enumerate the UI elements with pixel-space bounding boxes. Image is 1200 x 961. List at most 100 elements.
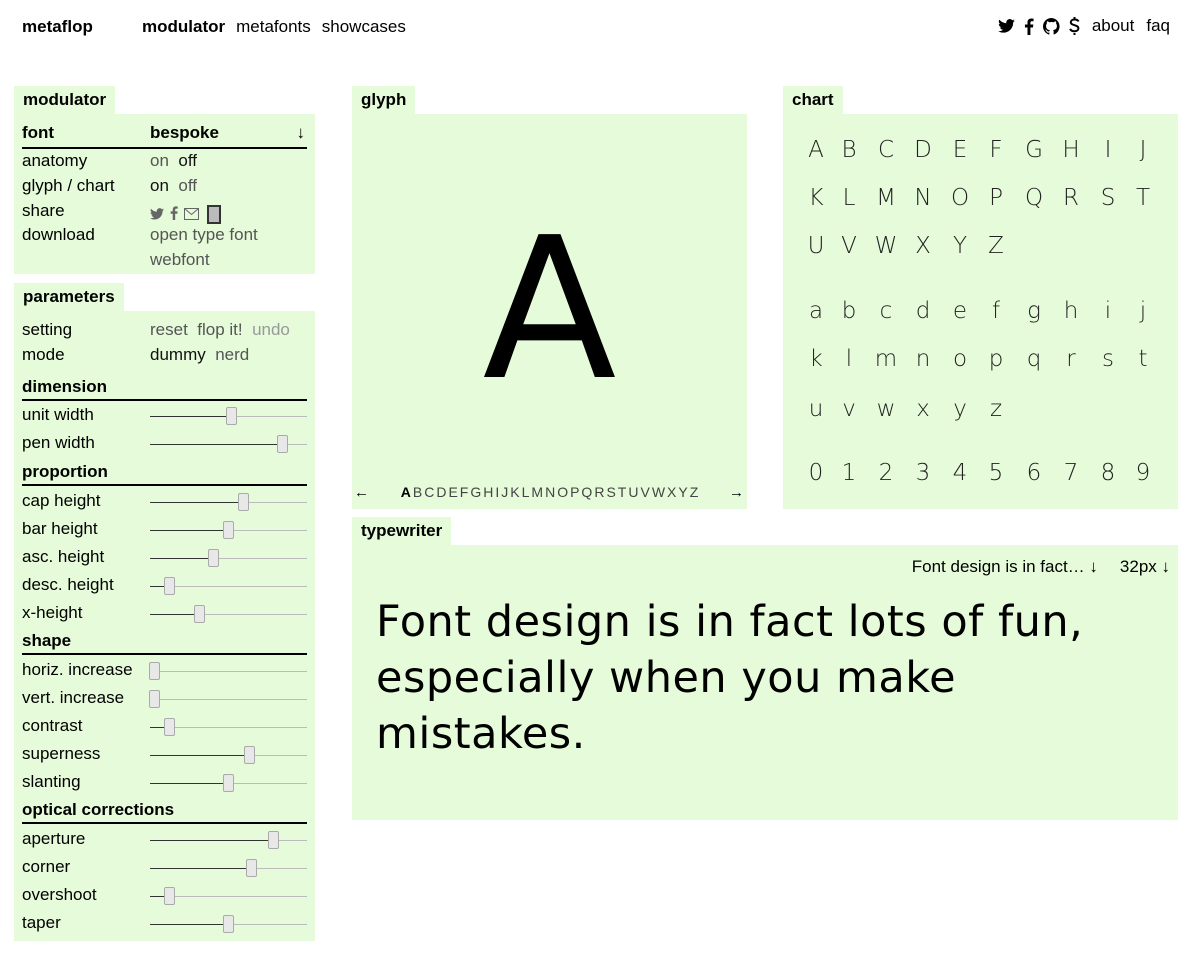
slider-thumb[interactable]: [244, 746, 256, 764]
slider-track[interactable]: [150, 549, 307, 567]
glyph-letter-link[interactable]: K: [510, 484, 519, 500]
chart-glyph[interactable]: m: [871, 346, 901, 372]
chart-glyph[interactable]: B: [834, 137, 864, 163]
glyph-letter-link[interactable]: G: [470, 484, 481, 500]
nav-metafonts[interactable]: metafonts: [236, 17, 311, 37]
anatomy-on[interactable]: on: [150, 151, 169, 170]
nav-showcases[interactable]: showcases: [322, 17, 406, 37]
nav-about[interactable]: about: [1092, 16, 1135, 36]
nav-modulator[interactable]: modulator: [142, 17, 225, 37]
glyph-letter-link[interactable]: P: [570, 484, 579, 500]
chart-glyph[interactable]: Z: [981, 233, 1011, 259]
chart-glyph[interactable]: 2: [871, 460, 901, 486]
typewriter-text[interactable]: Font design is in fact lots of fun, espe…: [376, 594, 1166, 762]
chart-glyph[interactable]: X: [908, 233, 938, 259]
slider-thumb[interactable]: [222, 915, 234, 933]
chart-glyph[interactable]: P: [981, 185, 1011, 211]
glyph-letter-link[interactable]: H: [483, 484, 493, 500]
typewriter-size-dropdown[interactable]: 32px ↓: [1120, 557, 1170, 577]
chart-glyph[interactable]: c: [871, 298, 901, 324]
glyph-letter-link[interactable]: S: [606, 484, 615, 500]
chart-glyph[interactable]: H: [1056, 137, 1086, 163]
slider-thumb[interactable]: [225, 407, 237, 425]
slider-track[interactable]: [150, 831, 307, 849]
font-selector[interactable]: font bespoke ↓: [22, 120, 307, 149]
slider-track[interactable]: [148, 690, 307, 708]
chart-glyph[interactable]: w: [871, 396, 901, 422]
chart-glyph[interactable]: L: [834, 185, 864, 211]
mode-dummy[interactable]: dummy: [150, 345, 206, 364]
slider-thumb[interactable]: [277, 435, 289, 453]
slider-track[interactable]: [150, 577, 307, 595]
chart-glyph[interactable]: e: [945, 298, 975, 324]
slider-thumb[interactable]: [148, 690, 160, 708]
dollar-icon[interactable]: [1069, 17, 1080, 35]
chart-glyph[interactable]: j: [1128, 298, 1158, 324]
slider-thumb[interactable]: [148, 662, 160, 680]
glyph-letter-link[interactable]: E: [448, 484, 457, 500]
chart-glyph[interactable]: K: [801, 185, 831, 211]
slider-track[interactable]: [148, 662, 307, 680]
slider-thumb[interactable]: [164, 577, 176, 595]
slider-track[interactable]: [150, 435, 307, 453]
slider-track[interactable]: [150, 746, 307, 764]
slider-track[interactable]: [150, 521, 307, 539]
slider-track[interactable]: [150, 718, 307, 736]
chart-glyph[interactable]: N: [908, 185, 938, 211]
glyph-letter-link[interactable]: C: [424, 484, 434, 500]
reset-button[interactable]: reset: [150, 320, 188, 339]
chart-glyph[interactable]: v: [834, 396, 864, 422]
glyph-letter-link[interactable]: N: [545, 484, 555, 500]
slider-track[interactable]: [150, 407, 307, 425]
glyph-letter-link[interactable]: X: [667, 484, 676, 500]
chart-glyph[interactable]: y: [945, 396, 975, 422]
chart-glyph[interactable]: 9: [1128, 460, 1158, 486]
slider-thumb[interactable]: [222, 521, 234, 539]
slider-track[interactable]: [150, 493, 307, 511]
glyph-letter-link[interactable]: J: [501, 484, 508, 500]
chart-glyph[interactable]: O: [945, 185, 975, 211]
glyph-letter-link[interactable]: V: [640, 484, 649, 500]
nav-faq[interactable]: faq: [1146, 16, 1170, 36]
chart-glyph[interactable]: r: [1056, 346, 1086, 372]
chart-glyph[interactable]: 6: [1019, 460, 1049, 486]
slider-thumb[interactable]: [208, 549, 220, 567]
chart-glyph[interactable]: Y: [945, 233, 975, 259]
glyph-letter-link[interactable]: U: [628, 484, 638, 500]
chart-glyph[interactable]: h: [1056, 298, 1086, 324]
anatomy-off[interactable]: off: [178, 151, 197, 170]
chart-glyph[interactable]: U: [801, 233, 831, 259]
chart-glyph[interactable]: 3: [908, 460, 938, 486]
chart-glyph[interactable]: p: [981, 346, 1011, 372]
glyph-letter-link[interactable]: Z: [690, 484, 699, 500]
glyph-letter-link[interactable]: D: [436, 484, 446, 500]
chart-glyph[interactable]: R: [1056, 185, 1086, 211]
brand-logo[interactable]: metaflop: [22, 17, 93, 37]
chart-glyph[interactable]: 4: [945, 460, 975, 486]
twitter-icon[interactable]: [997, 19, 1015, 33]
glyph-letter-link[interactable]: O: [557, 484, 568, 500]
chart-glyph[interactable]: d: [908, 298, 938, 324]
mode-nerd[interactable]: nerd: [215, 345, 249, 364]
slider-track[interactable]: [150, 887, 307, 905]
glyph-letter-link[interactable]: I: [495, 484, 499, 500]
chart-glyph[interactable]: M: [871, 185, 901, 211]
chart-glyph[interactable]: D: [908, 137, 938, 163]
chart-glyph[interactable]: s: [1093, 346, 1123, 372]
chart-glyph[interactable]: S: [1093, 185, 1123, 211]
github-icon[interactable]: [1042, 17, 1060, 35]
flop-button[interactable]: flop it!: [197, 320, 242, 339]
glyph-letter-link[interactable]: Q: [581, 484, 592, 500]
chart-glyph[interactable]: 0: [801, 460, 831, 486]
slider-thumb[interactable]: [222, 774, 234, 792]
chart-glyph[interactable]: a: [801, 298, 831, 324]
chart-glyph[interactable]: b: [834, 298, 864, 324]
chart-glyph[interactable]: V: [834, 233, 864, 259]
slider-thumb[interactable]: [268, 831, 280, 849]
slider-track[interactable]: [150, 605, 307, 623]
chart-glyph[interactable]: T: [1128, 185, 1158, 211]
chart-glyph[interactable]: k: [801, 346, 831, 372]
chart-glyph[interactable]: A: [801, 137, 831, 163]
slider-thumb[interactable]: [164, 887, 176, 905]
chart-glyph[interactable]: l: [834, 346, 864, 372]
